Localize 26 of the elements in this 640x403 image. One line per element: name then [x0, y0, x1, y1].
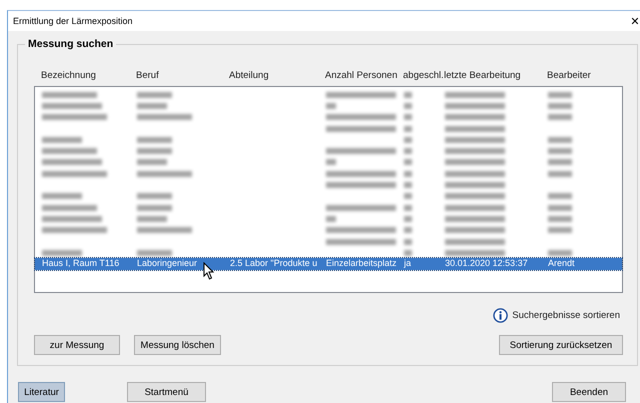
hint-text: Suchergebnisse sortieren — [512, 310, 620, 320]
table-cell-text: Haus I, Raum T116 — [42, 258, 120, 270]
table-cell-text: 30.01.2020 12:53:37 — [445, 258, 529, 270]
close-button[interactable]: ✕ — [625, 14, 640, 28]
column-header[interactable]: Abteilung — [229, 70, 325, 82]
button[interactable]: Sortierung zurücksetzen — [499, 335, 623, 355]
column-header[interactable]: letzte Bearbeitung — [444, 70, 547, 82]
table-cell-text: ja — [404, 258, 412, 270]
group-title: Messung suchen — [25, 38, 116, 50]
table-cell-text: Laboringenieur — [137, 258, 198, 270]
column-header[interactable]: Beruf — [136, 70, 229, 82]
column-header[interactable]: Bezeichnung — [41, 70, 136, 82]
table-cell-text: Arendt — [548, 258, 576, 270]
button[interactable]: Beenden — [552, 382, 626, 402]
button[interactable]: zur Messung — [34, 335, 120, 355]
mouse-pointer-icon — [203, 262, 215, 280]
column-header[interactable]: abgeschl. — [403, 70, 444, 82]
button[interactable]: Messung löschen — [134, 335, 221, 355]
info-icon — [493, 308, 508, 322]
column-header[interactable]: Bearbeiter — [547, 70, 623, 82]
button[interactable]: Literatur — [18, 382, 65, 402]
window-title: Ermittlung der Lärmexposition — [13, 16, 133, 26]
button[interactable]: Startmenü — [127, 382, 206, 402]
table-cell-text: 2.5 Labor "Produkte u — [230, 258, 318, 270]
table-cell-text: Einzelarbeitsplatz — [326, 258, 398, 270]
column-header[interactable]: Anzahl Personen — [325, 70, 403, 82]
